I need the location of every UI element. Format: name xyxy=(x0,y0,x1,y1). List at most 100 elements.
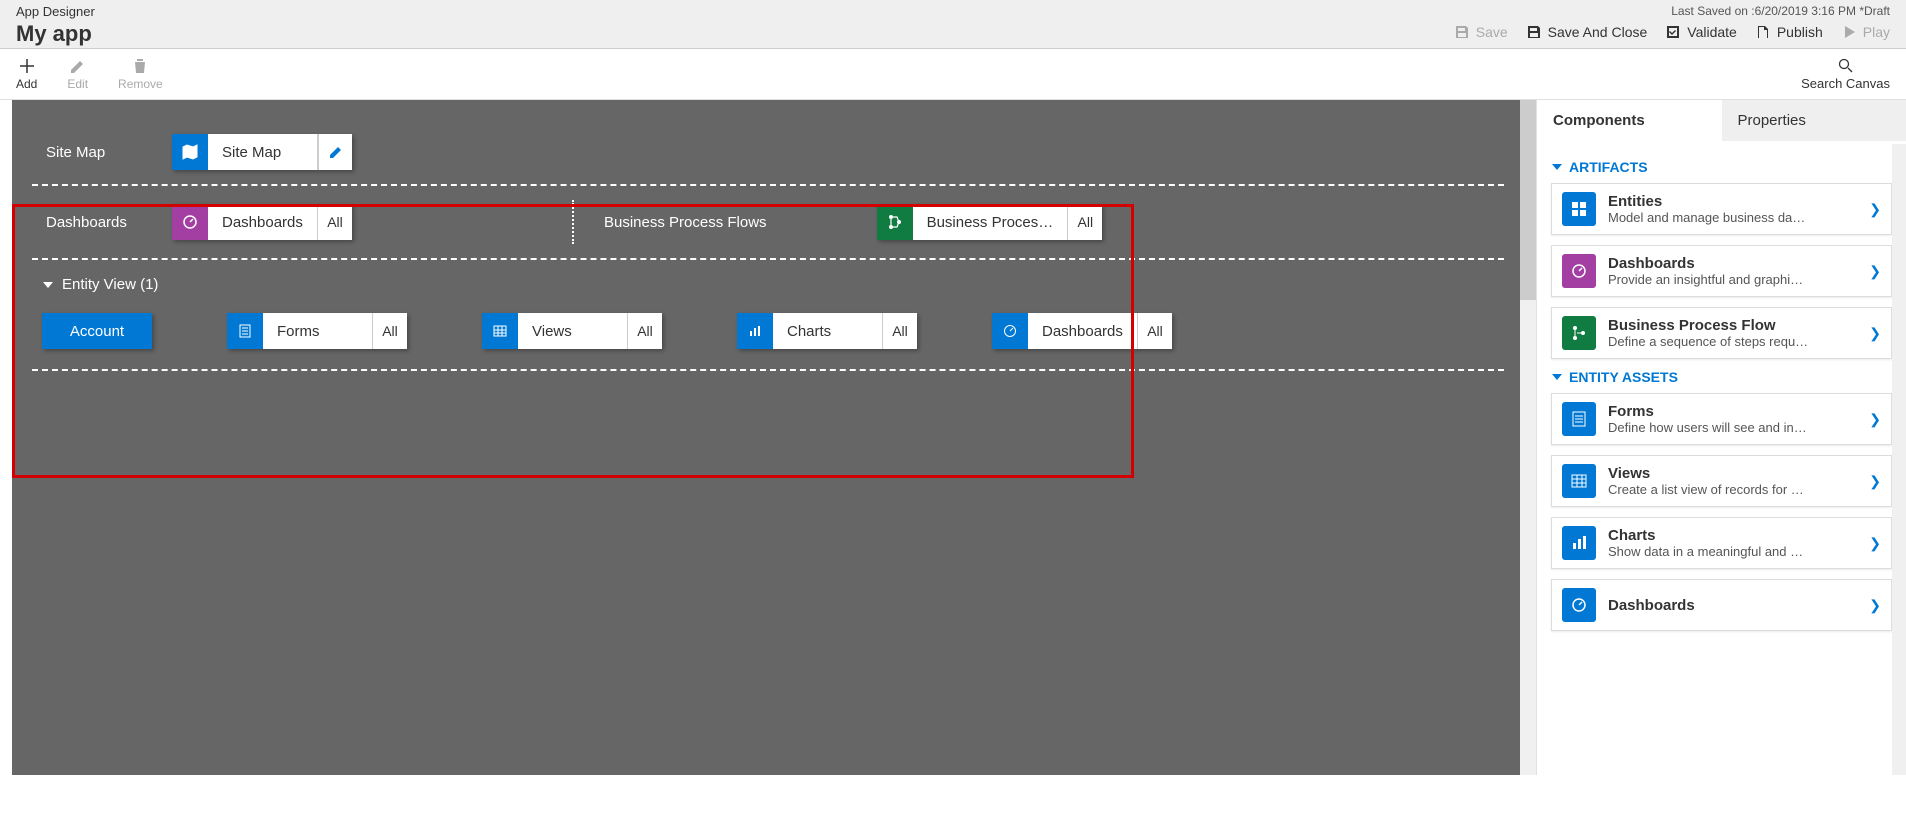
chevron-right-icon: ❯ xyxy=(1869,473,1881,490)
card-desc: Define a sequence of steps requ… xyxy=(1608,334,1869,349)
views-tile-label: Views xyxy=(518,313,628,349)
charts-tile-label: Charts xyxy=(773,313,883,349)
asset-views[interactable]: ViewsCreate a list view of records for …… xyxy=(1551,455,1892,507)
site-map-tile[interactable]: Site Map xyxy=(172,134,352,170)
artifact-bpf[interactable]: Business Process FlowDefine a sequence o… xyxy=(1551,307,1892,359)
plus-icon xyxy=(18,57,36,75)
save-and-close-button[interactable]: Save And Close xyxy=(1526,24,1648,40)
card-desc: Show data in a meaningful and … xyxy=(1608,544,1869,559)
design-canvas[interactable]: Site Map Site Map Dashboards xyxy=(12,100,1524,775)
tab-components[interactable]: Components xyxy=(1537,100,1722,141)
gauge-icon xyxy=(1562,588,1596,622)
entity-view-header[interactable]: Entity View (1) xyxy=(32,260,1504,303)
save-button: Save xyxy=(1454,24,1508,40)
charts-all-label[interactable]: All xyxy=(883,313,917,349)
card-title: Entities xyxy=(1608,193,1869,210)
card-desc: Create a list view of records for … xyxy=(1608,482,1869,497)
artifacts-section-header[interactable]: ARTIFACTS xyxy=(1551,159,1892,175)
chart-icon xyxy=(1562,526,1596,560)
chevron-right-icon: ❯ xyxy=(1869,411,1881,428)
entity-dashboards-tile-label: Dashboards xyxy=(1028,313,1138,349)
vertical-divider xyxy=(572,200,574,244)
publish-icon xyxy=(1755,24,1771,40)
table-icon xyxy=(1562,464,1596,498)
flow-icon xyxy=(877,204,913,240)
pencil-icon xyxy=(69,57,87,75)
chevron-down-icon xyxy=(42,279,54,291)
forms-all-label[interactable]: All xyxy=(373,313,407,349)
tab-properties[interactable]: Properties xyxy=(1722,100,1906,141)
pencil-icon xyxy=(328,144,344,160)
card-title: Views xyxy=(1608,465,1869,482)
gauge-icon xyxy=(172,204,208,240)
trash-icon xyxy=(131,57,149,75)
last-saved-label: Last Saved on :6/20/2019 3:16 PM *Draft xyxy=(1671,4,1890,18)
views-tile[interactable]: Views All xyxy=(482,313,662,349)
asset-dashboards[interactable]: Dashboards ❯ xyxy=(1551,579,1892,631)
breadcrumb: App Designer xyxy=(16,4,95,19)
remove-button: Remove xyxy=(118,57,163,91)
search-canvas-button[interactable]: Search Canvas xyxy=(1801,58,1890,91)
charts-tile[interactable]: Charts All xyxy=(737,313,917,349)
artifact-dashboards[interactable]: DashboardsProvide an insightful and grap… xyxy=(1551,245,1892,297)
bpf-tile-label: Business Proces… xyxy=(913,204,1069,240)
dashboards-tile[interactable]: Dashboards All xyxy=(172,204,352,240)
entity-dashboards-all-label[interactable]: All xyxy=(1138,313,1172,349)
flow-icon xyxy=(1562,316,1596,350)
card-title: Business Process Flow xyxy=(1608,317,1869,334)
play-icon xyxy=(1841,24,1857,40)
main-area: Site Map Site Map Dashboards xyxy=(0,100,1906,775)
entity-dashboards-tile[interactable]: Dashboards All xyxy=(992,313,1172,349)
validate-icon xyxy=(1665,24,1681,40)
bpf-tile[interactable]: Business Proces… All xyxy=(877,204,1103,240)
card-desc: Define how users will see and in… xyxy=(1608,420,1869,435)
side-panel-scrollbar[interactable] xyxy=(1892,144,1906,775)
card-title: Charts xyxy=(1608,527,1869,544)
account-tile[interactable]: Account xyxy=(42,313,152,349)
grid-icon xyxy=(1562,192,1596,226)
chevron-down-icon xyxy=(1551,371,1563,383)
page-title: My app xyxy=(16,21,95,47)
forms-tile[interactable]: Forms All xyxy=(227,313,407,349)
chevron-right-icon: ❯ xyxy=(1869,263,1881,280)
dashboards-all-label[interactable]: All xyxy=(318,204,352,240)
gauge-icon xyxy=(992,313,1028,349)
chart-icon xyxy=(737,313,773,349)
toolbar: Add Edit Remove Search Canvas xyxy=(0,49,1906,100)
header-bar: App Designer My app Last Saved on :6/20/… xyxy=(0,0,1906,49)
save-close-icon xyxy=(1526,24,1542,40)
table-icon xyxy=(482,313,518,349)
side-panel: Components Properties ARTIFACTS Entities… xyxy=(1536,100,1906,775)
card-desc: Provide an insightful and graphi… xyxy=(1608,272,1869,287)
card-title: Dashboards xyxy=(1608,255,1869,272)
chevron-down-icon xyxy=(1551,161,1563,173)
site-map-edit-button[interactable] xyxy=(318,134,352,170)
form-icon xyxy=(1562,402,1596,436)
search-icon xyxy=(1838,58,1854,74)
chevron-right-icon: ❯ xyxy=(1869,535,1881,552)
add-button[interactable]: Add xyxy=(16,57,37,91)
artifact-entities[interactable]: EntitiesModel and manage business da… ❯ xyxy=(1551,183,1892,235)
bpf-label: Business Process Flows xyxy=(604,214,767,231)
chevron-right-icon: ❯ xyxy=(1869,597,1881,614)
asset-charts[interactable]: ChartsShow data in a meaningful and … ❯ xyxy=(1551,517,1892,569)
card-desc: Model and manage business da… xyxy=(1608,210,1869,225)
gauge-icon xyxy=(1562,254,1596,288)
chevron-right-icon: ❯ xyxy=(1869,325,1881,342)
views-all-label[interactable]: All xyxy=(628,313,662,349)
dashboards-tile-label: Dashboards xyxy=(208,204,318,240)
canvas-container: Site Map Site Map Dashboards xyxy=(0,100,1536,775)
site-map-tile-label: Site Map xyxy=(208,134,318,170)
play-button: Play xyxy=(1841,24,1890,40)
scrollbar-thumb[interactable] xyxy=(1520,100,1536,300)
validate-button[interactable]: Validate xyxy=(1665,24,1737,40)
bpf-all-label[interactable]: All xyxy=(1068,204,1102,240)
edit-button: Edit xyxy=(67,57,88,91)
asset-forms[interactable]: FormsDefine how users will see and in… ❯ xyxy=(1551,393,1892,445)
publish-button[interactable]: Publish xyxy=(1755,24,1823,40)
save-icon xyxy=(1454,24,1470,40)
card-title: Dashboards xyxy=(1608,597,1869,614)
canvas-scrollbar[interactable] xyxy=(1520,100,1536,775)
entity-assets-section-header[interactable]: ENTITY ASSETS xyxy=(1551,369,1892,385)
site-map-label: Site Map xyxy=(32,144,172,161)
